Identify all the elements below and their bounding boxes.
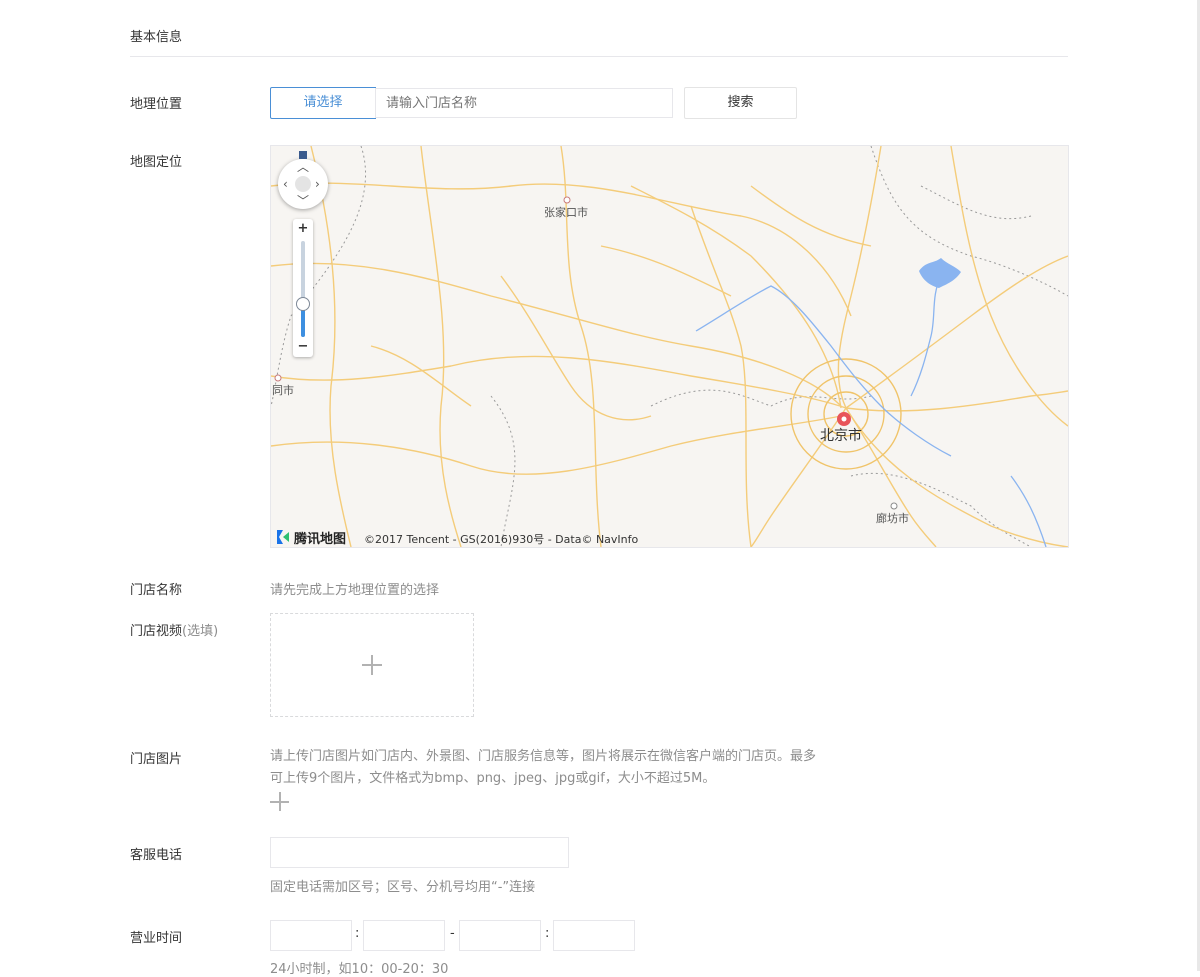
open-time-colon: : [355,926,360,941]
north-icon [299,151,307,159]
phone-label: 客服电话 [130,848,183,863]
map-copyright: ©2017 Tencent - GS(2016)930号 - Data© Nav… [364,533,639,546]
section-divider [130,56,1068,57]
close-time-colon: : [545,926,550,941]
select-region-button[interactable]: 请选择 [270,87,376,119]
map-logo-text: 腾讯地图 [294,531,347,547]
hours-dash: - [450,926,455,941]
section-title: 基本信息 [130,30,183,45]
video-upload-box[interactable] [270,613,474,717]
location-label: 地理位置 [130,97,183,112]
store-images-label: 门店图片 [130,752,183,767]
close-hour-input[interactable] [459,920,541,951]
open-minute-input[interactable] [363,920,445,951]
place-label-zhangjiakou: 张家口市 [544,206,588,219]
place-label-langfang: 廊坊市 [876,512,909,525]
store-images-description: 请上传门店图片如门店内、外景图、门店服务信息等，图片将展示在微信客户端的门店页。… [270,746,870,790]
open-hour-input[interactable] [270,920,352,951]
map-provider-logo: 腾讯地图 [275,528,347,547]
hours-hint: 24小时制，如10：00-20：30 [270,962,449,977]
store-name-hint: 请先完成上方地理位置的选择 [270,583,440,598]
map-label: 地图定位 [130,155,183,170]
pan-up-icon[interactable]: ︿ [297,161,309,173]
place-label-datong: 同市 [272,384,294,397]
optional-tag: (选填) [182,624,219,639]
pan-right-icon[interactable]: › [315,178,320,190]
search-button[interactable]: 搜索 [684,87,797,119]
map-view[interactable]: 张家口市 同市 北京市 廊坊市 ︿ ﹀ ‹ › + − 腾讯地图 ©2017 T… [270,145,1069,548]
store-name-search-input[interactable] [375,88,673,118]
map-zoom-control[interactable]: + − [293,219,313,357]
map-pan-control[interactable]: ︿ ﹀ ‹ › [278,151,328,209]
store-images-desc-line1: 请上传门店图片如门店内、外景图、门店服务信息等，图片将展示在微信客户端的门店页。… [270,749,817,764]
pan-left-icon[interactable]: ‹ [283,178,288,190]
zoom-in-button[interactable]: + [293,221,313,237]
add-image-icon[interactable] [270,792,290,812]
close-minute-input[interactable] [553,920,635,951]
store-name-label: 门店名称 [130,583,183,598]
phone-hint: 固定电话需加区号；区号、分机号均用“-”连接 [270,880,536,895]
store-video-label-text: 门店视频 [130,624,183,639]
store-images-desc-line2: 可上传9个图片，文件格式为bmp、png、jpeg、jpg或gif，大小不超过5… [270,771,716,786]
pan-center[interactable] [295,176,311,192]
zoom-slider-thumb[interactable] [296,297,310,311]
store-video-label: 门店视频(选填) [130,620,218,639]
phone-input[interactable] [270,837,569,868]
place-label-beijing: 北京市 [820,428,862,444]
map-tiles[interactable] [271,146,1068,547]
pan-down-icon[interactable]: ﹀ [297,195,309,207]
tencent-map-logo-icon [277,530,289,544]
hours-label: 营业时间 [130,931,183,946]
zoom-out-button[interactable]: − [293,339,313,355]
